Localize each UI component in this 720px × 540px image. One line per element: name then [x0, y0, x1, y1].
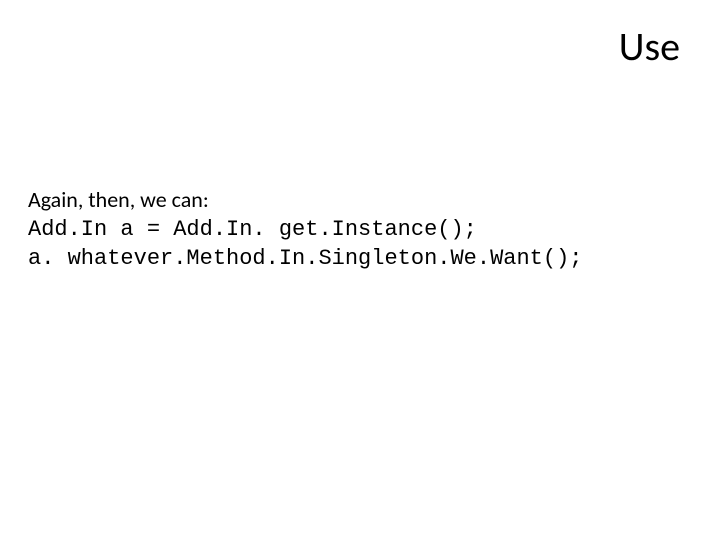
body-intro-text: Again, then, we can: — [28, 185, 680, 215]
slide-body: Again, then, we can: Add.In a = Add.In. … — [28, 185, 680, 274]
code-line-1: Add.In a = Add.In. get.Instance(); — [28, 215, 680, 245]
slide: Use Again, then, we can: Add.In a = Add.… — [0, 0, 720, 540]
slide-title: Use — [619, 22, 680, 71]
code-line-2: a. whatever.Method.In.Singleton.We.Want(… — [28, 244, 680, 274]
